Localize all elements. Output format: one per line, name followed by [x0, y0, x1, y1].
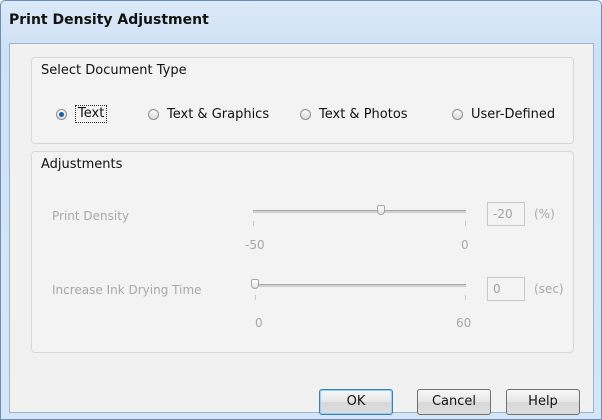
radio-text-label: Text: [75, 105, 108, 123]
print-density-value: -20: [487, 202, 525, 226]
document-type-group: Select Document Type Text Text & Graphic…: [31, 57, 574, 144]
adjustments-label: Adjustments: [41, 157, 123, 172]
print-density-max-label: 0: [461, 238, 469, 252]
adjustments-group: Adjustments Print Density -50 0 -20 (%) …: [31, 151, 574, 353]
print-density-max-tick: [465, 221, 466, 226]
drying-time-slider-thumb[interactable]: [251, 279, 259, 289]
radio-text-graphics-icon: [148, 108, 159, 120]
cancel-button[interactable]: Cancel: [417, 389, 491, 415]
title-bar: Print Density Adjustment: [1, 1, 601, 43]
radio-text-photos[interactable]: Text & Photos: [300, 104, 408, 124]
radio-user-defined-icon: [452, 108, 463, 120]
drying-time-max-label: 60: [456, 316, 472, 330]
drying-time-max-tick: [465, 295, 466, 300]
print-density-slider-track: [253, 210, 466, 213]
drying-time-unit: (sec): [534, 282, 564, 296]
ok-button[interactable]: OK: [319, 389, 393, 415]
drying-time-slider[interactable]: [251, 275, 466, 300]
radio-text-photos-icon: [300, 108, 311, 120]
radio-text-photos-label: Text & Photos: [319, 106, 408, 122]
radio-text-graphics[interactable]: Text & Graphics: [148, 104, 269, 124]
document-type-label: Select Document Type: [41, 63, 187, 78]
drying-time-min-tick: [255, 295, 256, 300]
print-density-min-label: -50: [245, 238, 265, 252]
radio-text[interactable]: Text: [56, 104, 108, 124]
print-density-slider[interactable]: [253, 201, 466, 226]
print-density-min-tick: [253, 221, 254, 226]
print-density-unit: (%): [534, 207, 555, 221]
radio-user-defined[interactable]: User-Defined: [452, 104, 555, 124]
print-density-slider-thumb[interactable]: [376, 205, 385, 215]
drying-time-slider-track: [255, 284, 466, 287]
window-title: Print Density Adjustment: [9, 12, 209, 28]
print-density-adjustment-dialog: Print Density Adjustment Select Document…: [0, 0, 602, 420]
radio-user-defined-label: User-Defined: [471, 106, 556, 122]
print-density-label: Print Density: [52, 209, 130, 223]
dialog-content: Select Document Type Text Text & Graphic…: [9, 43, 594, 415]
help-button[interactable]: Help: [506, 389, 580, 415]
drying-time-value: 0: [487, 277, 525, 301]
radio-text-selected-icon: [56, 108, 67, 120]
drying-time-min-label: 0: [255, 316, 263, 330]
radio-text-graphics-label: Text & Graphics: [167, 106, 270, 122]
drying-time-label: Increase Ink Drying Time: [52, 283, 202, 297]
